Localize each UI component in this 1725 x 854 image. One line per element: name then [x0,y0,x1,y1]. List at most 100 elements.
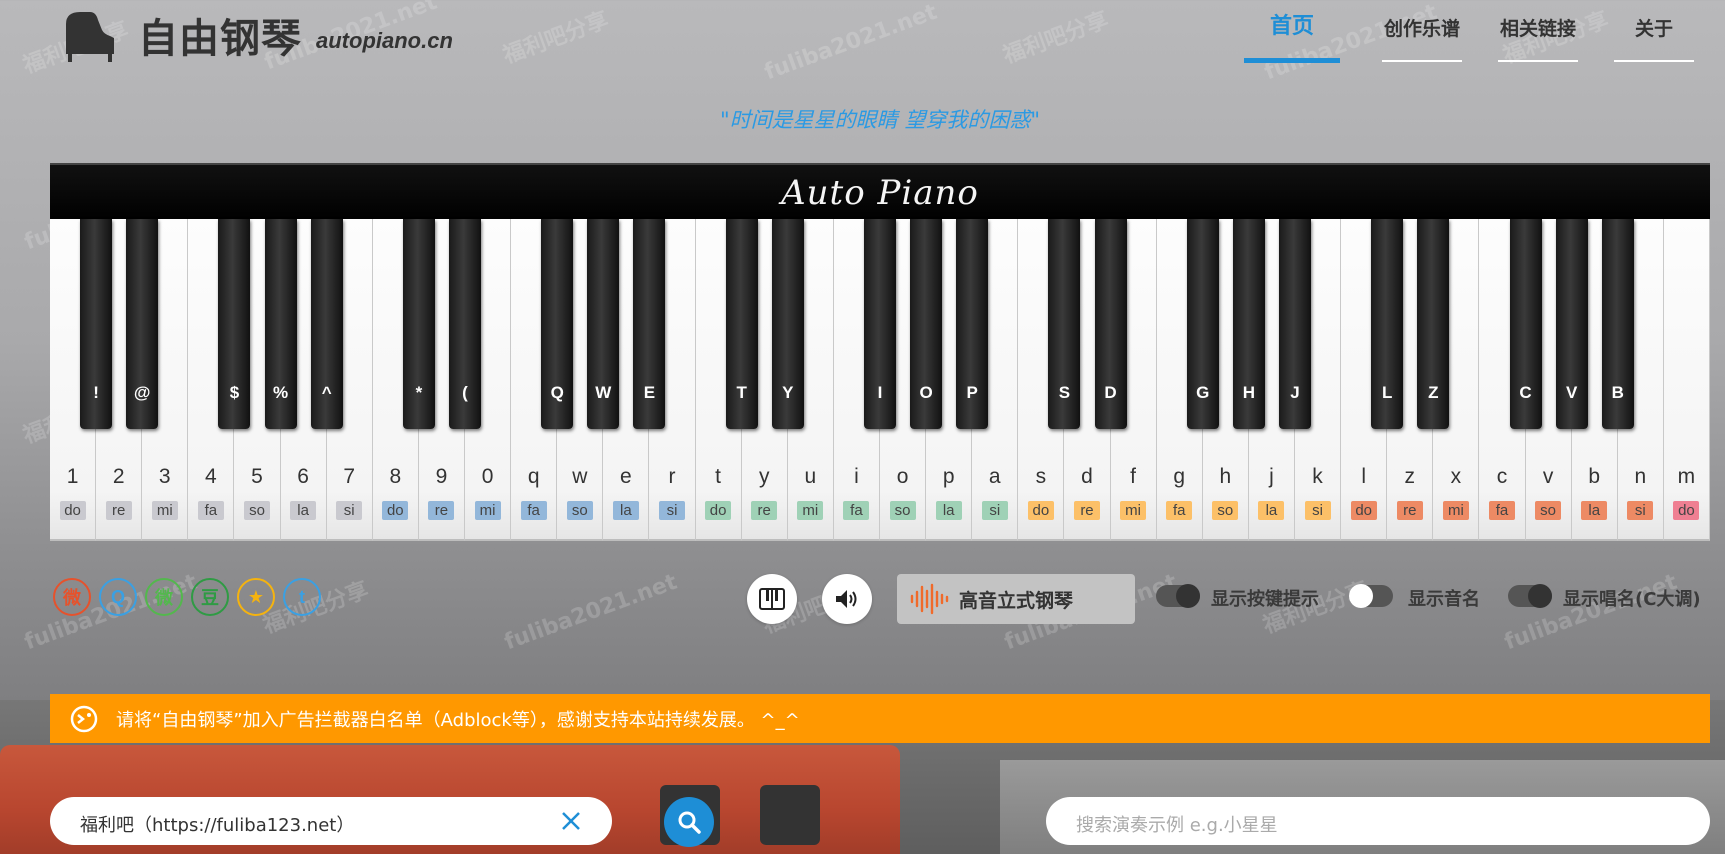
keyboard-mode-button[interactable] [747,574,797,624]
nav-home[interactable]: 首页 [1244,8,1340,63]
black-key[interactable]: $ [218,219,251,429]
black-key[interactable]: S [1048,219,1081,429]
nav-create-score[interactable]: 创作乐谱 [1382,14,1462,62]
solfege-label: so [566,501,593,520]
solfege-label: la [1581,501,1608,520]
search-button[interactable] [664,797,714,847]
solfege-label: fa [1166,501,1193,520]
white-key-label: k [1312,465,1323,488]
toggle-solfege[interactable] [1508,584,1552,608]
white-key-label: d [1081,465,1093,488]
black-key[interactable]: D [1094,219,1127,429]
white-key-label: f [1130,465,1137,488]
white-key-label: g [1173,465,1186,488]
black-key-label: ^ [321,383,332,402]
black-key-label: @ [133,383,151,402]
piano-keyboard: Auto Piano 1 do 2 re 3 mi 4 fa 5 so 6 la 7 si 8 do 9 re 0 m… [50,163,1710,543]
black-key[interactable]: G [1186,219,1219,429]
solfege-label: fa [520,501,547,520]
white-key[interactable]: m do [1663,219,1710,541]
sound-toggle-button[interactable] [822,574,872,624]
nav-about[interactable]: 关于 [1614,14,1694,62]
black-key[interactable]: P [956,219,989,429]
solfege-label: mi [1120,501,1147,520]
white-key-label: 2 [112,465,125,488]
black-key[interactable]: I [864,219,896,429]
white-key-label: 0 [481,465,494,488]
solfege-label: la [1258,501,1285,520]
white-key-label: w [572,465,588,488]
black-key[interactable]: L [1371,219,1404,429]
white-key-label: b [1588,465,1601,488]
piano-logo-icon [66,12,114,62]
solfege-label: la [612,501,639,520]
solfege-label: do [705,501,732,520]
black-key[interactable]: O [910,219,943,429]
toggle-knob [1528,584,1552,608]
notice-icon [70,705,98,732]
black-key[interactable]: C [1509,219,1542,429]
black-key[interactable]: W [587,219,620,429]
solfege-label: do [59,501,86,520]
piano-keys-icon [759,588,785,610]
black-key[interactable]: V [1555,219,1588,429]
black-key[interactable]: ! [80,219,113,429]
black-key-label: C [1519,383,1532,402]
solfege-label: si [981,501,1008,520]
white-key-label: s [1035,465,1047,488]
piano-header-bar: Auto Piano [50,163,1710,221]
clear-icon[interactable] [557,807,585,835]
black-key-label: H [1242,383,1256,402]
black-key-label: D [1104,383,1117,402]
solfege-label: re [1073,501,1100,520]
solfege-label: do [1027,501,1054,520]
toggle-key-hints[interactable] [1156,584,1200,608]
toggle-note-names[interactable] [1349,584,1393,608]
black-key[interactable]: B [1601,219,1634,429]
black-key[interactable]: * [402,219,435,429]
white-key-label: 6 [297,465,309,488]
black-key[interactable]: @ [126,219,159,429]
solfege-label: la [935,501,962,520]
black-key-label: V [1565,383,1578,402]
performance-search-input[interactable]: 搜索演奏示例 e.g.小星星 [1046,797,1710,845]
black-key[interactable]: H [1232,219,1265,429]
white-key-label: 9 [435,465,448,488]
black-key[interactable]: ( [449,219,481,429]
douban-icon[interactable]: 豆 [191,578,229,616]
volume-icon [836,590,857,608]
white-key-label: 1 [66,465,79,488]
white-key-label: h [1219,465,1232,488]
black-key[interactable]: T [725,219,758,429]
white-key-label: l [1361,465,1366,488]
black-key-label: W [595,383,612,402]
black-key-label: S [1058,383,1071,402]
solfege-label: do [1350,501,1377,520]
instrument-selector[interactable]: 高音立式钢琴 [897,574,1135,624]
black-key-label: Q [550,383,564,402]
qzone-icon[interactable]: ★ [237,578,275,616]
white-key-label: r [668,465,676,488]
black-key-label: $ [229,383,240,402]
black-key[interactable]: Q [541,219,574,429]
black-key[interactable]: % [264,219,297,429]
qq-icon[interactable]: Q [99,578,137,616]
black-key[interactable]: ^ [310,219,343,429]
social-share-bar: 微 Q 微豆 ★ t [53,578,329,616]
wechat-icon[interactable]: 微 [145,578,183,616]
black-key[interactable]: Y [771,219,804,429]
black-key-label: I [877,383,883,402]
solfege-label: si [1304,501,1331,520]
solfege-label: fa [843,501,870,520]
black-key[interactable]: E [633,219,666,429]
link-search-value: 福利吧（https://fuliba123.net） [80,815,355,836]
site-logo[interactable]: 自由钢琴 autopiano.cn [60,6,453,64]
link-search-field[interactable]: 福利吧（https://fuliba123.net） [50,797,612,845]
weibo-icon[interactable]: 微 [53,578,91,616]
black-key[interactable]: J [1279,219,1311,429]
black-key[interactable]: Z [1417,219,1450,429]
piano-brand: Auto Piano [781,173,979,213]
twitter-icon[interactable]: t [283,578,321,616]
nav-related-links[interactable]: 相关链接 [1498,14,1578,62]
watermark: fuliba2021.net [501,569,681,656]
